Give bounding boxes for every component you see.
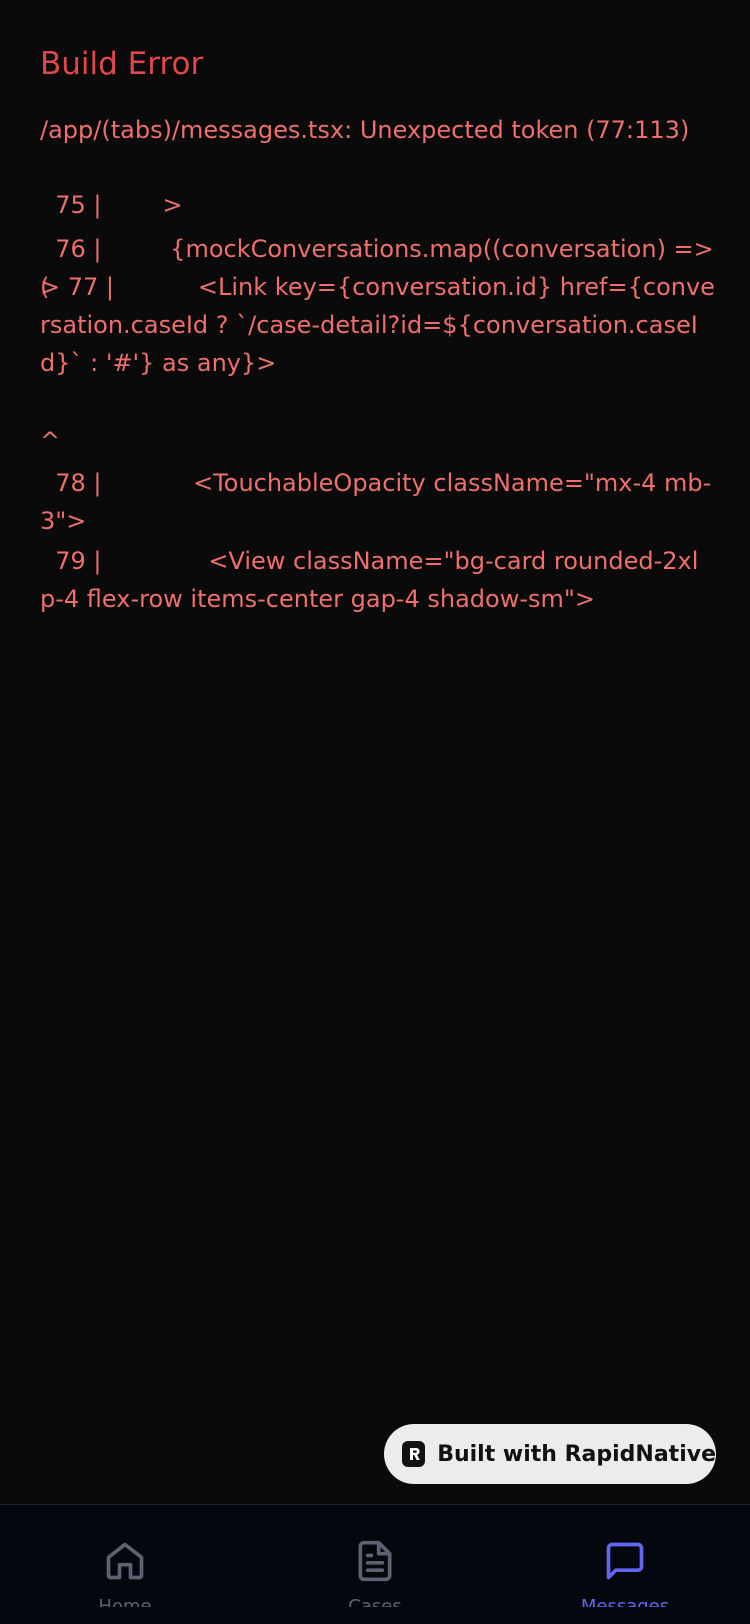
tab-cases-label: Cases [348,1597,401,1607]
tab-home-label: Home [98,1597,151,1607]
tab-cases[interactable]: Cases [250,1505,500,1624]
code-line-78: 78 | <TouchableOpacity className="mx-4 m… [40,469,712,535]
error-title: Build Error [40,46,204,82]
tab-messages[interactable]: Messages [500,1505,750,1624]
code-line-79: 79 | <View className="bg-card rounded-2x… [40,547,707,613]
built-with-rapidnative-badge[interactable]: Built with RapidNative [384,1424,716,1484]
error-screen: Build Error /app/(tabs)/messages.tsx: Un… [0,0,750,1504]
code-line-77: > 77 | <Link key={conversation.id} href=… [40,273,715,377]
tab-messages-label: Messages [581,1597,669,1607]
message-icon [606,1542,644,1580]
home-icon [106,1542,144,1580]
code-line-75: 75 | > [40,191,183,219]
document-icon [358,1540,392,1582]
badge-label: Built with RapidNative [437,1441,716,1467]
bottom-tab-bar: Home Cases Messages [0,1504,750,1624]
rapidnative-logo-icon [402,1441,426,1467]
error-caret: ^ [40,427,61,455]
tab-home[interactable]: Home [0,1505,250,1624]
error-message: /app/(tabs)/messages.tsx: Unexpected tok… [40,116,690,144]
